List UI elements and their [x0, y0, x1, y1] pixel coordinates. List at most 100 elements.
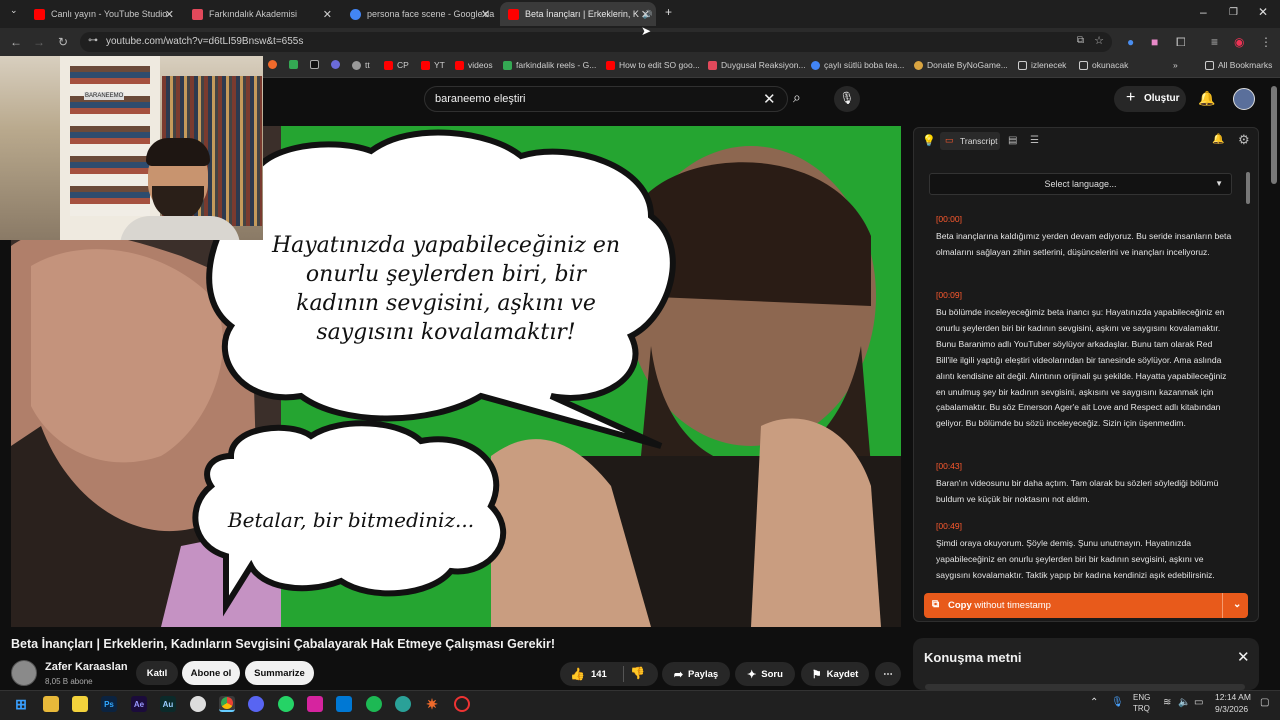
spotify-icon[interactable]: [366, 696, 382, 712]
app-icon[interactable]: [454, 696, 470, 712]
subscribe-button[interactable]: Abone ol: [182, 661, 240, 685]
back-icon[interactable]: ←: [10, 35, 22, 49]
install-icon[interactable]: ⧉: [1077, 35, 1084, 46]
transcript-scrollbar[interactable]: [1246, 172, 1250, 204]
page-scrollbar[interactable]: [1271, 86, 1277, 184]
create-button[interactable]: + Oluştur: [1114, 86, 1186, 112]
transcript-segment[interactable]: [00:43] Baran'ın videosunu bir daha açtı…: [936, 461, 1232, 508]
minimize-icon[interactable]: –: [1200, 5, 1207, 19]
notification-icon[interactable]: ▢: [1260, 697, 1269, 708]
app-icon[interactable]: [190, 696, 206, 712]
bookmark-item[interactable]: How to edit SO goo...: [606, 60, 700, 70]
photoshop-icon[interactable]: Ps: [101, 696, 117, 712]
wifi-icon[interactable]: ≋: [1163, 697, 1171, 708]
more-actions-icon[interactable]: ⋯: [875, 662, 901, 686]
clear-search-icon[interactable]: ✕: [763, 90, 776, 108]
outline-icon[interactable]: ☰: [1030, 135, 1039, 146]
notes-icon[interactable]: [72, 696, 88, 712]
bookmark-item[interactable]: farkindalik reels - G...: [503, 60, 596, 70]
bookmark-item[interactable]: Donate ByNoGame...: [914, 60, 1008, 70]
timestamp[interactable]: [00:49]: [936, 521, 1232, 531]
tab-farkindalik[interactable]: Farkındalık Akademisi ✕: [184, 4, 338, 24]
forward-icon[interactable]: →: [33, 35, 45, 49]
timestamp[interactable]: [00:09]: [936, 290, 1232, 300]
tab-transcript[interactable]: ▭ Transcript: [940, 132, 1000, 150]
like-count[interactable]: 141: [591, 669, 607, 680]
bookmark-folder[interactable]: okunacak: [1079, 60, 1128, 70]
share-button[interactable]: ➦ Paylaş: [662, 662, 730, 686]
bookmark-item[interactable]: [310, 60, 323, 69]
copy-transcript-button[interactable]: ⧉ Copy without timestamp ⌄: [924, 593, 1248, 618]
transcript-segment[interactable]: [00:00] Beta inançlarına kaldığımız yerd…: [936, 214, 1232, 261]
bookmark-item[interactable]: tt: [352, 60, 370, 70]
extensions-puzzle-icon[interactable]: ⧠: [1176, 35, 1186, 50]
search-icon[interactable]: ⌕: [793, 89, 801, 106]
timestamp[interactable]: [00:43]: [936, 461, 1232, 471]
restore-icon[interactable]: ❐: [1229, 7, 1238, 18]
browser-menu-icon[interactable]: ⋮: [1260, 35, 1272, 49]
bookmarks-overflow[interactable]: »: [1173, 60, 1178, 70]
extension-icon[interactable]: ■: [1151, 35, 1158, 49]
battery-icon[interactable]: ▭: [1194, 697, 1203, 708]
profile-icon[interactable]: ◉: [1234, 35, 1244, 49]
bookmark-item[interactable]: videos: [455, 60, 493, 70]
thumbs-up-icon[interactable]: 👍: [570, 667, 585, 681]
tray-chevron-icon[interactable]: ⌃: [1090, 697, 1098, 708]
language-select[interactable]: Select language... ▼: [929, 173, 1232, 195]
close-icon[interactable]: ✕: [641, 8, 650, 21]
whatsapp-icon[interactable]: [278, 696, 294, 712]
input-language[interactable]: ENG: [1133, 693, 1150, 702]
lightbulb-icon[interactable]: 💡: [922, 134, 936, 147]
bookmark-item[interactable]: [331, 60, 344, 69]
close-icon[interactable]: ✕: [165, 8, 174, 21]
extension-icon[interactable]: ●: [1127, 35, 1134, 49]
tray-app-icon[interactable]: 🎙: [1111, 697, 1124, 708]
input-language-layout[interactable]: TRQ: [1133, 704, 1150, 713]
bookmark-item[interactable]: [268, 60, 281, 69]
close-icon[interactable]: ✕: [1237, 648, 1250, 666]
close-icon[interactable]: ✕: [481, 8, 490, 21]
clock-date[interactable]: 9/3/2026: [1215, 704, 1248, 714]
new-tab-icon[interactable]: +: [665, 5, 672, 19]
app-icon[interactable]: ✷: [424, 696, 440, 712]
tab-google-search[interactable]: persona face scene - Google'da Ara ✕: [342, 4, 496, 24]
thumbs-down-icon[interactable]: 👎: [630, 666, 645, 680]
bookmark-folder[interactable]: izlenecek: [1018, 60, 1066, 70]
notifications-bell-icon[interactable]: 🔔: [1198, 90, 1215, 107]
transcript-segment[interactable]: [00:09] Bu bölümde inceleyeceğimiz beta …: [936, 290, 1232, 432]
save-button[interactable]: ⚑ Kaydet: [801, 662, 869, 686]
clock-time[interactable]: 12:14 AM: [1215, 692, 1251, 702]
volume-icon[interactable]: 🔈: [1178, 697, 1190, 708]
search-input[interactable]: baraneemo eleştiri: [424, 86, 788, 112]
start-menu-icon[interactable]: ⊞: [13, 696, 29, 712]
bookmark-item[interactable]: CP: [384, 60, 409, 70]
close-icon[interactable]: ✕: [323, 8, 332, 21]
ask-button[interactable]: ✦ Soru: [735, 662, 795, 686]
reload-icon[interactable]: ↻: [58, 35, 68, 49]
tab-youtube-studio[interactable]: Canlı yayın - YouTube Studio ✕: [26, 4, 180, 24]
chevron-down-icon[interactable]: ⌄: [1233, 599, 1241, 610]
avatar[interactable]: [1233, 88, 1255, 110]
bookmark-item[interactable]: YT: [421, 60, 445, 70]
window-close-icon[interactable]: ✕: [1258, 5, 1268, 19]
media-controls-icon[interactable]: ≡: [1211, 35, 1218, 49]
discord-icon[interactable]: [248, 696, 264, 712]
all-bookmarks-folder[interactable]: All Bookmarks: [1205, 60, 1272, 70]
transcript-segment[interactable]: [00:49] Şimdi oraya okuyorum. Şöyle demi…: [936, 521, 1232, 581]
join-button[interactable]: Katıl: [136, 661, 178, 685]
audition-icon[interactable]: Au: [160, 696, 176, 712]
chat-icon[interactable]: ▤: [1008, 135, 1017, 146]
tab-active-video[interactable]: Beta İnançları | Erkeklerin, K 🔊 ✕: [500, 2, 656, 26]
bookmark-item[interactable]: çaylı sütlü boba tea...: [811, 60, 904, 70]
instagram-icon[interactable]: [307, 696, 323, 712]
file-explorer-icon[interactable]: [43, 696, 59, 712]
channel-avatar[interactable]: [11, 660, 37, 686]
bookmark-item[interactable]: [289, 60, 302, 69]
chrome-icon[interactable]: [219, 696, 235, 712]
channel-name[interactable]: Zafer Karaaslan: [45, 661, 128, 673]
address-bar[interactable]: ⊶ youtube.com/watch?v=d6tLI59Bnsw&t=655s…: [80, 32, 1112, 52]
after-effects-icon[interactable]: Ae: [131, 696, 147, 712]
bell-icon[interactable]: 🔔: [1212, 134, 1224, 145]
outlook-icon[interactable]: [336, 696, 352, 712]
site-info-icon[interactable]: ⊶: [88, 35, 98, 46]
